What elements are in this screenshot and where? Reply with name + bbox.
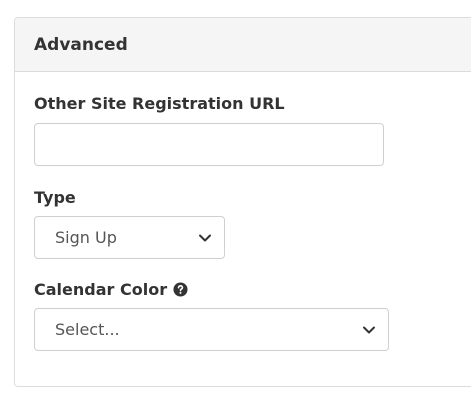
chevron-down-icon bbox=[199, 234, 211, 241]
panel-header: Advanced bbox=[15, 18, 471, 72]
panel-title: Advanced bbox=[34, 34, 128, 55]
type-label-text: Type bbox=[34, 188, 76, 207]
registration-url-label: Other Site Registration URL bbox=[34, 94, 285, 113]
calendar-color-label: Calendar Color bbox=[34, 280, 188, 299]
calendar-color-select-value: Select... bbox=[55, 320, 120, 339]
advanced-panel: Advanced Other Site Registration URL Typ… bbox=[14, 17, 471, 387]
registration-url-label-text: Other Site Registration URL bbox=[34, 94, 285, 113]
type-select[interactable]: Sign Up bbox=[34, 216, 225, 259]
type-select-value: Sign Up bbox=[55, 228, 117, 247]
type-label: Type bbox=[34, 188, 76, 207]
question-circle-icon[interactable] bbox=[173, 282, 188, 297]
calendar-color-select[interactable]: Select... bbox=[34, 308, 389, 351]
chevron-down-icon bbox=[363, 326, 375, 333]
registration-url-input[interactable] bbox=[34, 123, 384, 166]
calendar-color-label-text: Calendar Color bbox=[34, 280, 168, 299]
